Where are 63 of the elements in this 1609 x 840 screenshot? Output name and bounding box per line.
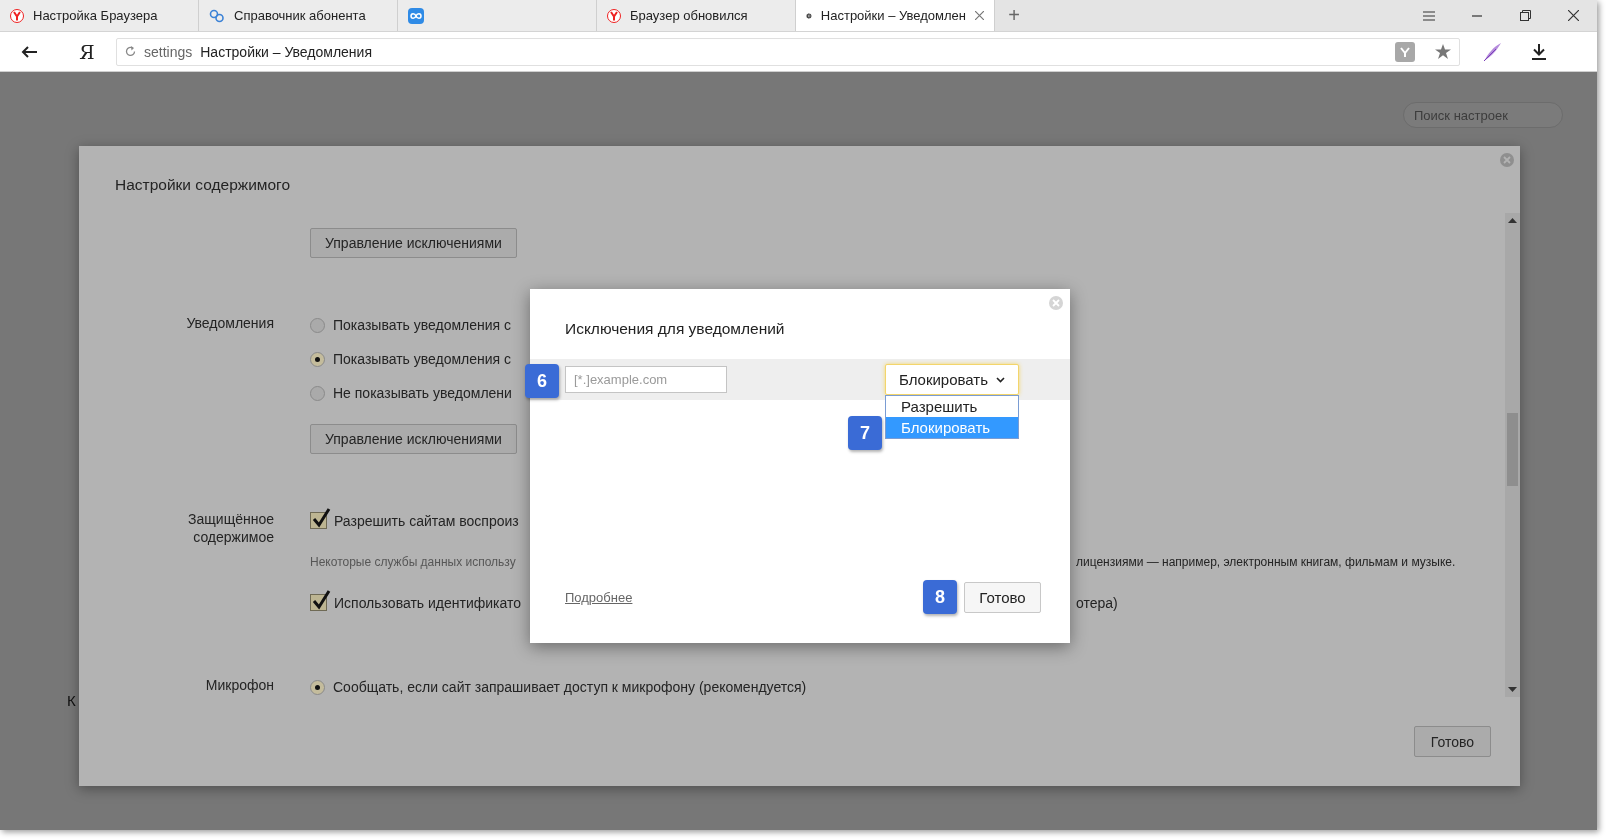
hint-text: лицензиями — например, электронным книгам, фильмам и музыке.: [1076, 555, 1456, 569]
option-label: Сообщать, если сайт запрашивает доступ к микрофону (рекомендуется): [333, 679, 807, 695]
radio-button[interactable]: [310, 351, 325, 367]
logo-icon: [10, 8, 24, 23]
address-field[interactable]: settings Настройки – Уведомления: [116, 37, 1460, 66]
checkbox[interactable]: [310, 507, 332, 529]
minimize-icon[interactable]: [1472, 14, 1482, 17]
radio-button[interactable]: [310, 317, 325, 333]
back-arrow-icon: [21, 45, 37, 58]
page-title: Настройки – Уведомления: [200, 43, 372, 60]
step-badge: 6: [525, 364, 559, 398]
caret-icon: [996, 376, 1006, 383]
option-label: Использовать идентификато: [334, 595, 522, 611]
behavior-dropdown[interactable]: Блокировать: [885, 364, 1019, 395]
restore-icon[interactable]: [1519, 10, 1531, 21]
hint-text: Некоторые службы данных использу: [310, 555, 516, 569]
option-label: Не показывать уведомлени: [333, 385, 512, 401]
close-icon[interactable]: [1567, 10, 1579, 21]
section-label: Уведомления: [185, 314, 274, 332]
contacts-icon: [209, 8, 225, 23]
app-icon: [408, 7, 424, 24]
menu-icon[interactable]: [1423, 10, 1435, 21]
browser-tab[interactable]: [398, 0, 597, 31]
page-text: К: [67, 692, 76, 709]
dialog-title: Настройки содержимого: [115, 176, 291, 193]
scrollbar-thumb[interactable]: [1507, 413, 1518, 486]
scroll-down-icon[interactable]: [1508, 687, 1517, 692]
home-logo-button[interactable]: Я: [58, 40, 116, 63]
section-label: Защищённое содержимое: [187, 510, 274, 546]
radio-button[interactable]: [310, 679, 325, 695]
option-label: Показывать уведомления с: [333, 351, 512, 367]
learn-more-link[interactable]: Подробнее: [565, 590, 633, 605]
scroll-up-icon[interactable]: [1508, 218, 1517, 223]
radio-button[interactable]: [310, 385, 325, 401]
site-pattern-field[interactable]: [*.]example.com: [565, 366, 727, 393]
browser-tab[interactable]: Настройка Браузера: [0, 0, 199, 31]
option-label: Разрешить сайтам воспроиз: [334, 513, 519, 529]
step-badge: 8: [923, 580, 957, 614]
dialog-title: Исключения для уведомлений: [565, 320, 785, 337]
new-tab-button[interactable]: +: [999, 0, 1029, 31]
browser-tab[interactable]: Браузер обновился: [597, 0, 796, 31]
manage-exceptions-button[interactable]: Управление исключениями: [310, 228, 517, 258]
download-icon[interactable]: [1532, 43, 1546, 60]
logo-icon: [607, 8, 621, 23]
done-button[interactable]: Готово: [1413, 726, 1491, 757]
dropdown-option[interactable]: Разрешить: [886, 396, 1018, 417]
section-label: Микрофон: [204, 676, 274, 694]
manage-exceptions-button[interactable]: Управление исключениями: [310, 424, 517, 454]
checkbox[interactable]: [310, 589, 332, 611]
reload-icon[interactable]: [125, 46, 136, 57]
shield-icon[interactable]: [1395, 41, 1415, 62]
url-scheme: settings: [144, 43, 193, 60]
browser-tab[interactable]: Настройки – Уведомлен: [796, 0, 995, 31]
star-icon[interactable]: [1435, 44, 1451, 59]
browser-tab[interactable]: Справочник абонента: [199, 0, 398, 31]
scrollbar[interactable]: [1505, 213, 1520, 697]
done-button[interactable]: Готово: [964, 582, 1041, 613]
step-badge: 7: [848, 416, 882, 450]
option-label: Показывать уведомления с: [333, 317, 512, 333]
close-icon[interactable]: [975, 11, 984, 20]
option-label: отера): [1076, 595, 1118, 611]
feather-icon[interactable]: [1482, 41, 1502, 62]
search-field[interactable]: Поиск настроек: [1403, 102, 1563, 128]
